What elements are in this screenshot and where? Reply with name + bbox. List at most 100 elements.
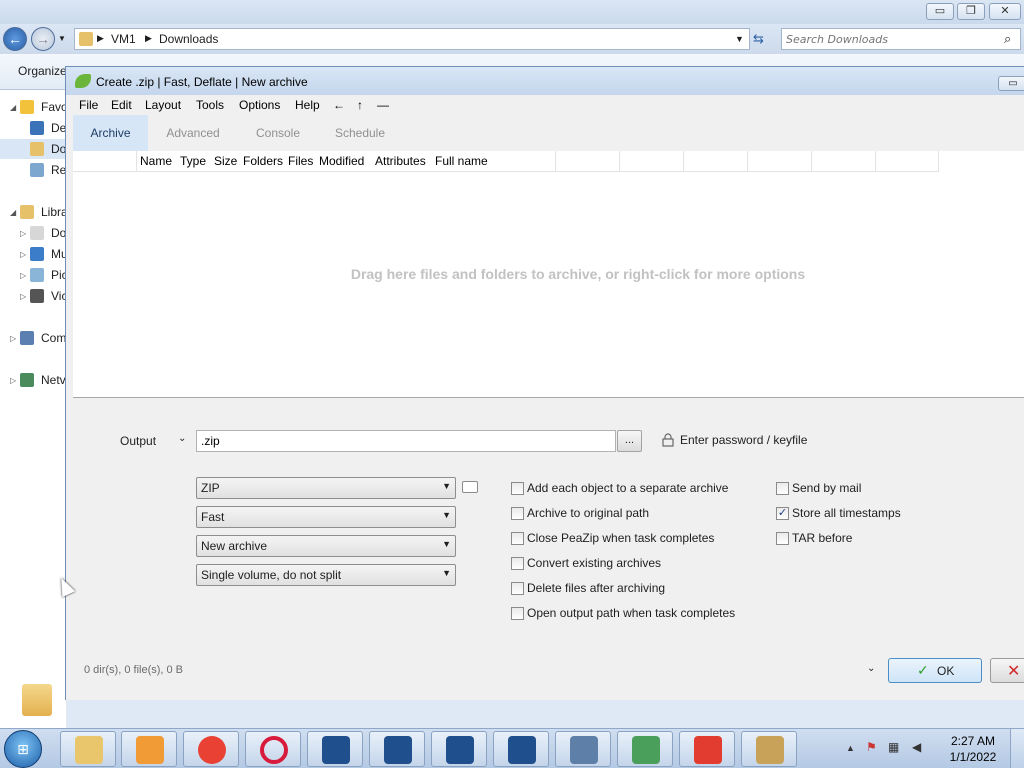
taskbar-app-4[interactable] [493,731,549,767]
menu-help[interactable]: Help [295,98,320,112]
column-size[interactable]: Size [214,154,237,168]
taskbar-opera[interactable] [245,731,301,767]
nav-computer[interactable]: ▷ Com [0,328,66,348]
column-files[interactable]: Files [288,154,313,168]
action-center-flag-icon[interactable]: ⚑ [866,740,877,754]
archive-mode-select[interactable]: New archive ▼ [196,535,456,557]
tab-advanced[interactable]: Advanced [156,115,230,151]
taskbar: ⊞ ▲ ⚑ ▦ ◀ 2:27 AM 1/1/2022 [0,728,1024,768]
taskbar-app-3[interactable] [431,731,487,767]
nav-pictures[interactable]: ▷ Pic [0,265,66,285]
taskbar-chrome[interactable] [183,731,239,767]
downloads-folder-icon[interactable] [22,684,52,716]
peazip-minimize-button[interactable]: ▭ [998,76,1024,91]
menu-options[interactable]: Options [239,98,280,112]
option-label: Add each object to a separate archive [527,481,729,495]
checkbox[interactable] [511,607,524,620]
tab-console[interactable]: Console [245,115,311,151]
taskbar-peazip[interactable] [741,731,797,767]
star-icon [20,100,34,114]
checkbox[interactable] [511,532,524,545]
nav-desktop[interactable]: De [0,118,66,138]
explorer-close-button[interactable]: ✕ [989,3,1021,20]
checkbox[interactable] [511,507,524,520]
taskbar-network[interactable] [555,731,611,767]
cancel-button[interactable]: ✕ [990,658,1024,683]
output-chevron-down-icon[interactable]: ⌄ [178,433,186,444]
nav-recent[interactable]: Re [0,160,66,180]
column-attributes[interactable]: Attributes [375,154,426,168]
checkbox[interactable] [511,557,524,570]
address-dropdown-icon[interactable]: ▼ [735,34,744,44]
taskbar-anydesk[interactable] [679,731,735,767]
breadcrumb-vm1[interactable]: VM1 [111,32,136,46]
format-select[interactable]: ZIP ▼ [196,477,456,499]
show-hidden-icons-icon[interactable]: ▲ [846,743,855,753]
taskbar-app-1[interactable] [307,731,363,767]
show-desktop-button[interactable] [1010,729,1024,768]
tab-schedule[interactable]: Schedule [325,115,395,151]
file-list-drop-area[interactable]: Name Type Size Folders Files Modified At… [73,151,1024,398]
nav-network[interactable]: ▷ Netv [0,370,66,390]
tab-archive[interactable]: Archive [73,115,148,151]
nav-music[interactable]: ▷ Mu [0,244,66,264]
mail-icon [632,736,660,764]
address-bar[interactable]: ▶ VM1 ▶ Downloads ▼ [74,28,750,50]
organize-menu[interactable]: Organize [18,64,67,78]
back-button[interactable]: ← [3,27,27,51]
checkbox[interactable] [776,482,789,495]
enter-password-link[interactable]: Enter password / keyfile [680,433,807,447]
volume-icon[interactable]: ◀ [912,740,921,754]
menu-layout[interactable]: Layout [145,98,181,112]
dash-icon[interactable]: — [377,98,389,112]
column-modified[interactable]: Modified [319,154,364,168]
output-path-input[interactable] [196,430,616,452]
nav-documents[interactable]: ▷ Do [0,223,66,243]
checkbox[interactable] [511,482,524,495]
column-folders[interactable]: Folders [243,154,283,168]
refresh-icon[interactable]: ⇆ [753,31,764,47]
compression-level-select[interactable]: Fast ▼ [196,506,456,528]
taskbar-media-player[interactable] [121,731,177,767]
browse-button[interactable]: ... [617,430,642,452]
breadcrumb-downloads[interactable]: Downloads [159,32,218,46]
collapsed-icon: ▷ [10,334,17,343]
taskbar-app-2[interactable] [369,731,425,767]
checkbox[interactable] [776,532,789,545]
recent-pages-chevron-icon[interactable]: ▼ [58,34,66,43]
network-status-icon[interactable]: ▦ [888,740,899,754]
column-full-name[interactable]: Full name [435,154,488,168]
checkbox-checked[interactable]: ✓ [776,507,789,520]
back-arrow-icon[interactable]: ← [333,98,345,112]
forward-button[interactable]: → [31,27,55,51]
taskbar-mail[interactable] [617,731,673,767]
window-title: Create .zip | Fast, Deflate | New archiv… [96,75,308,89]
comment-icon[interactable] [462,481,478,493]
column-name[interactable]: Name [140,154,172,168]
nav-label: Libra [41,205,66,219]
menu-edit[interactable]: Edit [111,98,132,112]
start-button[interactable]: ⊞ [4,730,42,768]
up-arrow-icon[interactable]: ↑ [357,98,363,112]
explorer-restore-button[interactable]: ❐ [957,3,985,20]
nav-downloads[interactable]: Do [0,139,66,159]
nav-libraries[interactable]: ◢ Libra [0,202,66,222]
search-input[interactable] [786,31,996,47]
ok-button[interactable]: ✓ OK [888,658,982,683]
option-label: Store all timestamps [792,506,901,520]
menu-file[interactable]: File [79,98,98,112]
search-icon[interactable]: ⌕ [1004,31,1011,47]
nav-label: Re [51,163,66,177]
nav-videos[interactable]: ▷ Vic [0,286,66,306]
checkbox[interactable] [511,582,524,595]
nav-favorites[interactable]: ◢ Favo [0,97,66,117]
taskbar-explorer[interactable] [60,731,116,767]
volume-split-select[interactable]: Single volume, do not split ▼ [196,564,456,586]
search-box[interactable]: ⌕ [781,28,1021,50]
clock-time[interactable]: 2:27 AM [944,734,1002,748]
chevron-down-icon[interactable]: ⌄ [867,663,875,674]
column-type[interactable]: Type [180,154,206,168]
clock-date[interactable]: 1/1/2022 [944,750,1002,764]
menu-tools[interactable]: Tools [196,98,224,112]
explorer-minimize-button[interactable]: ▭ [926,3,954,20]
